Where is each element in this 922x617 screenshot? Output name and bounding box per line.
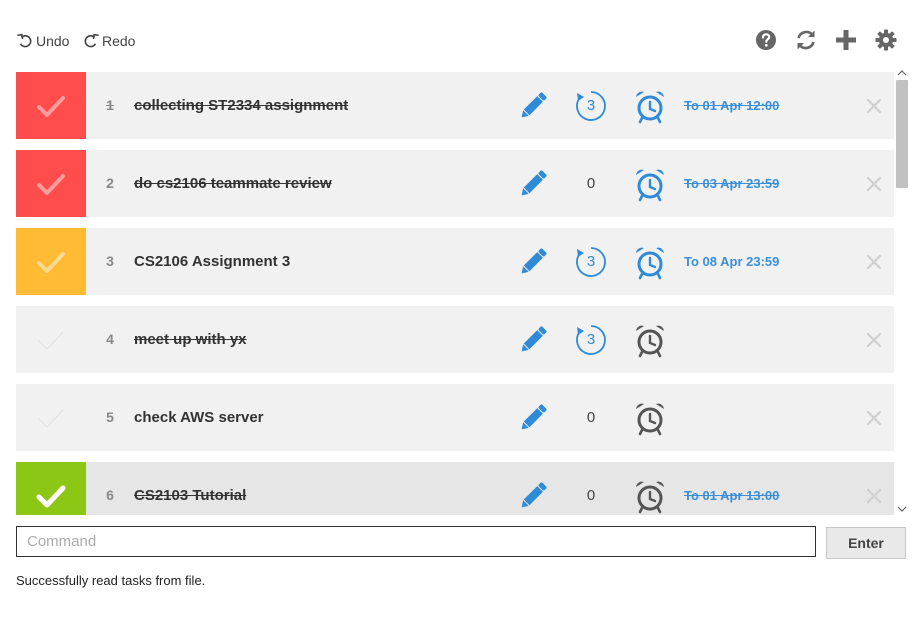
undo-icon xyxy=(17,33,32,48)
task-index: 2 xyxy=(106,175,114,191)
repeat-count[interactable]: 3 xyxy=(574,245,608,279)
pencil-icon[interactable] xyxy=(516,245,550,279)
repeat-count-label: 3 xyxy=(586,331,596,348)
undo-label: Undo xyxy=(36,33,70,49)
add-icon xyxy=(836,30,856,50)
deadline-label: To 01 Apr 13:00 xyxy=(684,488,780,503)
repeat-count-label: 0 xyxy=(586,487,596,504)
settings-button[interactable] xyxy=(874,28,898,52)
refresh-icon xyxy=(797,30,815,50)
repeat-count[interactable]: 0 xyxy=(574,479,608,513)
repeat-count-label: 0 xyxy=(586,409,596,426)
task-name: collecting ST2334 assignment xyxy=(134,97,349,114)
command-input[interactable] xyxy=(16,526,816,557)
task-row[interactable]: 2 do cs2106 teammate review 0 To 03 Apr 23:… xyxy=(16,150,894,217)
gear-icon xyxy=(875,29,897,51)
task-index: 5 xyxy=(106,409,114,425)
task-row[interactable]: 1 collecting ST2334 assignment 3 To 01 Apr … xyxy=(16,72,894,139)
repeat-count-label: 3 xyxy=(586,253,596,270)
task-index: 1 xyxy=(106,97,114,113)
task-row[interactable]: 4 meet up with yx 3 xyxy=(16,306,894,373)
refresh-button[interactable] xyxy=(794,28,818,52)
task-index: 4 xyxy=(106,331,114,347)
alarm-clock-icon[interactable] xyxy=(632,400,668,436)
task-name: CS2106 Assignment 3 xyxy=(134,253,291,270)
task-index: 3 xyxy=(106,253,114,269)
repeat-count[interactable]: 3 xyxy=(574,89,608,123)
close-icon[interactable] xyxy=(864,486,884,506)
redo-button[interactable]: Redo xyxy=(82,30,135,52)
close-icon[interactable] xyxy=(864,408,884,428)
checkmark-icon xyxy=(35,402,67,434)
checkmark-icon xyxy=(35,324,67,356)
task-name: do cs2106 teammate review xyxy=(134,175,332,192)
help-icon xyxy=(756,30,776,50)
checkmark-icon xyxy=(35,168,67,200)
task-row[interactable]: 3 CS2106 Assignment 3 3 To 08 Apr 23:59 xyxy=(16,228,894,295)
task-checkbox[interactable] xyxy=(16,228,86,295)
task-row[interactable]: 5 check AWS server 0 xyxy=(16,384,894,451)
close-icon[interactable] xyxy=(864,252,884,272)
task-checkbox[interactable] xyxy=(16,72,86,139)
task-name: CS2103 Tutorial xyxy=(134,487,247,504)
redo-label: Redo xyxy=(102,33,136,49)
chevron-up-icon xyxy=(897,70,907,76)
task-checkbox[interactable] xyxy=(16,150,86,217)
scroll-down-arrow[interactable] xyxy=(894,502,910,516)
repeat-count-label: 0 xyxy=(586,175,596,192)
task-name: check AWS server xyxy=(134,409,264,426)
status-message: Successfully read tasks from file. xyxy=(16,573,206,588)
task-list: 1 collecting ST2334 assignment 3 To 01 Apr … xyxy=(16,72,894,515)
task-name: meet up with yx xyxy=(134,331,247,348)
close-icon[interactable] xyxy=(864,96,884,116)
repeat-count-label: 3 xyxy=(586,97,596,114)
scroll-up-arrow[interactable] xyxy=(894,66,910,80)
pencil-icon[interactable] xyxy=(516,401,550,435)
task-index: 6 xyxy=(106,487,114,503)
task-checkbox[interactable] xyxy=(16,306,86,373)
checkmark-icon xyxy=(35,90,67,122)
pencil-icon[interactable] xyxy=(516,89,550,123)
checkmark-icon xyxy=(35,246,67,278)
alarm-clock-icon[interactable] xyxy=(632,244,668,280)
close-icon[interactable] xyxy=(864,174,884,194)
deadline-label: To 03 Apr 23:59 xyxy=(684,176,780,191)
help-button[interactable] xyxy=(754,28,778,52)
repeat-count[interactable]: 3 xyxy=(574,323,608,357)
undo-button[interactable]: Undo xyxy=(16,30,69,52)
task-row[interactable]: 6 CS2103 Tutorial 0 To 01 Apr 13:00 xyxy=(16,462,894,515)
alarm-clock-icon[interactable] xyxy=(632,166,668,202)
pencil-icon[interactable] xyxy=(516,323,550,357)
vertical-scrollbar[interactable] xyxy=(894,66,910,518)
redo-icon xyxy=(84,33,99,48)
pencil-icon[interactable] xyxy=(516,479,550,513)
scroll-thumb[interactable] xyxy=(896,80,908,188)
enter-button[interactable]: Enter xyxy=(826,527,906,559)
repeat-count[interactable]: 0 xyxy=(574,401,608,435)
task-checkbox[interactable] xyxy=(16,384,86,451)
close-icon[interactable] xyxy=(864,330,884,350)
pencil-icon[interactable] xyxy=(516,167,550,201)
alarm-clock-icon[interactable] xyxy=(632,322,668,358)
task-checkbox[interactable] xyxy=(16,462,86,515)
checkmark-icon xyxy=(35,480,67,512)
toolbar: Undo Redo xyxy=(0,0,922,72)
deadline-label: To 08 Apr 23:59 xyxy=(684,254,780,269)
add-task-button[interactable] xyxy=(834,28,858,52)
deadline-label: To 01 Apr 12:00 xyxy=(684,98,780,113)
alarm-clock-icon[interactable] xyxy=(632,88,668,124)
alarm-clock-icon[interactable] xyxy=(632,478,668,514)
repeat-count[interactable]: 0 xyxy=(574,167,608,201)
chevron-down-icon xyxy=(897,506,907,512)
